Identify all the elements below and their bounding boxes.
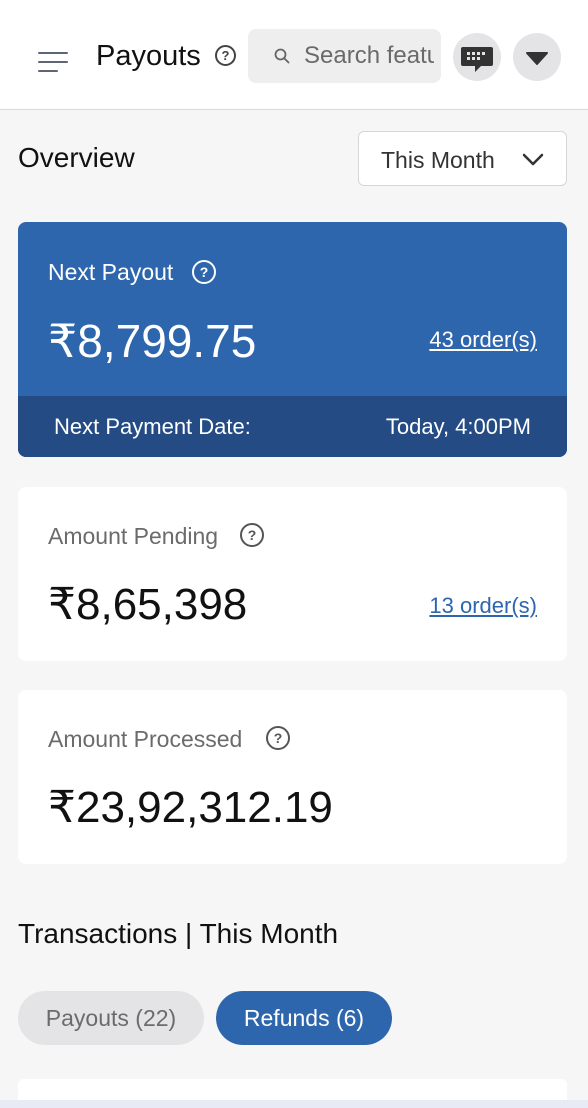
next-payment-date-value: Today, 4:00PM	[385, 414, 531, 439]
amount-pending-help-icon[interactable]: ?	[240, 523, 264, 547]
next-payout-orders-link[interactable]: 43 order(s)	[429, 327, 537, 353]
amount-processed-help-icon[interactable]: ?	[266, 726, 290, 750]
period-select-value: This Month	[381, 147, 495, 173]
amount-pending-card: Amount Pending ? ₹8,65,398 13 order(s)	[18, 487, 567, 661]
amount-processed-value: ₹23,92,312.19	[48, 783, 333, 832]
amount-pending-label: Amount Pending	[48, 523, 219, 549]
amount-pending-orders-link[interactable]: 13 order(s)	[429, 593, 537, 619]
search-icon	[274, 48, 290, 64]
next-payout-amount: ₹8,799.75	[48, 315, 257, 367]
page-title: Payouts	[96, 40, 201, 72]
chat-button[interactable]	[453, 33, 501, 81]
chevron-down-icon	[522, 153, 544, 166]
period-select[interactable]: This Month	[358, 131, 567, 186]
overview-title: Overview	[18, 142, 135, 173]
top-bar: Payouts ?	[0, 0, 588, 110]
next-payout-help-icon[interactable]: ?	[192, 260, 216, 284]
next-payment-date-bar: Next Payment Date: Today, 4:00PM	[18, 396, 567, 457]
amount-pending-value: ₹8,65,398	[48, 580, 248, 629]
help-icon[interactable]: ?	[215, 45, 236, 66]
account-menu-button[interactable]	[513, 33, 561, 81]
amount-processed-card: Amount Processed ? ₹23,92,312.19	[18, 690, 567, 864]
tab-refunds[interactable]: Refunds (6)	[216, 991, 392, 1045]
tab-payouts[interactable]: Payouts (22)	[18, 991, 204, 1045]
caret-down-icon	[526, 52, 548, 65]
amount-processed-label: Amount Processed	[48, 726, 243, 752]
transactions-title: Transactions | This Month	[18, 918, 339, 949]
bottom-edge	[0, 1100, 588, 1108]
search-box[interactable]	[248, 29, 441, 83]
chat-bubble-icon	[461, 47, 493, 72]
next-payment-date-label: Next Payment Date:	[54, 414, 251, 439]
hamburger-menu-icon[interactable]	[38, 52, 70, 76]
search-input[interactable]	[304, 29, 434, 83]
next-payout-card: Next Payout ? ₹8,799.75 43 order(s) Next…	[18, 222, 567, 457]
next-payout-label: Next Payout	[48, 259, 174, 285]
